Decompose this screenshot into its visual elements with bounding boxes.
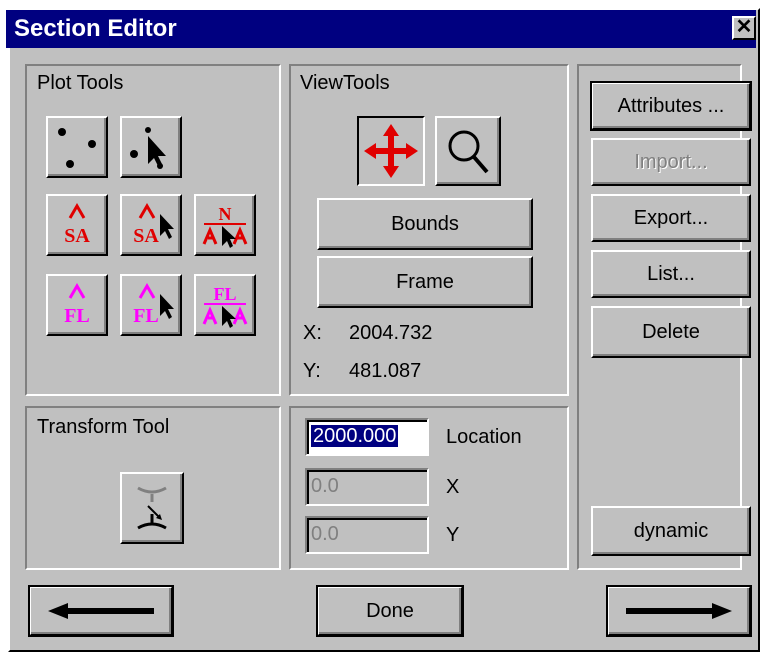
move-tool[interactable] [357, 116, 425, 186]
frame-button[interactable]: Frame [317, 256, 533, 308]
y-coord-value: 481.087 [349, 360, 422, 382]
plot-points-tool[interactable] [46, 116, 108, 178]
delete-label: Delete [642, 320, 700, 343]
title-bar[interactable]: Section Editor ✕ [6, 10, 756, 48]
transform-tool-button[interactable] [120, 472, 184, 544]
x-coord-label: X: [303, 322, 322, 344]
select-points-icon [130, 127, 166, 169]
fl-aa-select-tool[interactable]: FL [194, 274, 256, 336]
sa-select-tool[interactable]: SA [120, 194, 182, 256]
done-label: Done [366, 599, 414, 622]
close-icon: ✕ [735, 16, 753, 38]
svg-text:FL: FL [213, 284, 236, 304]
location-y-label: Y [446, 524, 460, 546]
location-x-label: X [446, 476, 460, 498]
previous-button[interactable] [28, 585, 174, 637]
svg-text:SA: SA [133, 225, 159, 247]
attributes-label: Attributes ... [617, 94, 725, 117]
right-arrow-icon [626, 603, 732, 619]
x-coord-value: 2004.732 [349, 322, 433, 344]
transform-icon [137, 486, 167, 530]
magnifier-icon [448, 130, 489, 174]
fl-select-icon: FL [133, 283, 174, 327]
frame-label: Frame [396, 270, 454, 293]
location-value: 2000.000 [311, 425, 399, 447]
select-points-tool[interactable] [120, 116, 182, 178]
dynamic-button[interactable]: dynamic [591, 506, 751, 556]
delete-button[interactable]: Delete [591, 306, 751, 358]
location-x-input[interactable]: 0.0 [305, 468, 429, 506]
next-button[interactable] [606, 585, 752, 637]
sa-select-icon: SA [133, 203, 174, 247]
location-label: Location [446, 426, 522, 448]
export-button[interactable]: Export... [591, 194, 751, 242]
list-label: List... [647, 262, 695, 285]
svg-text:SA: SA [64, 225, 90, 247]
svg-text:FL: FL [133, 305, 159, 327]
fl-icon: FL [64, 283, 90, 327]
import-button[interactable]: Import... [591, 138, 751, 186]
sa-icon: SA [64, 203, 90, 247]
sa-tool[interactable]: SA [46, 194, 108, 256]
close-button[interactable]: ✕ [732, 16, 756, 40]
y-coord-label: Y: [303, 360, 321, 382]
n-aa-select-tool[interactable]: N [194, 194, 256, 256]
plot-tools-label: Plot Tools [37, 72, 124, 94]
fl-select-tool[interactable]: FL [120, 274, 182, 336]
bounds-button[interactable]: Bounds [317, 198, 533, 250]
zoom-tool[interactable] [435, 116, 501, 186]
import-label: Import... [634, 150, 708, 173]
window-title: Section Editor [14, 15, 177, 42]
n-aa-select-icon: N [202, 204, 248, 248]
export-label: Export... [633, 206, 709, 229]
left-arrow-icon [48, 603, 154, 619]
plot-points-icon [58, 128, 96, 168]
list-button[interactable]: List... [591, 250, 751, 298]
move-arrows-icon [364, 124, 418, 178]
fl-aa-select-icon: FL [202, 284, 248, 328]
location-x-value: 0.0 [311, 475, 339, 497]
fl-tool[interactable]: FL [46, 274, 108, 336]
dynamic-label: dynamic [633, 519, 709, 542]
location-input[interactable]: 2000.000 [305, 418, 429, 456]
transform-tool-label: Transform Tool [37, 416, 170, 438]
location-y-value: 0.0 [311, 523, 339, 545]
location-y-input[interactable]: 0.0 [305, 516, 429, 554]
svg-text:N: N [219, 204, 232, 224]
bounds-label: Bounds [391, 212, 459, 235]
done-button[interactable]: Done [316, 585, 464, 637]
view-tools-label: ViewTools [300, 72, 390, 94]
svg-text:FL: FL [64, 305, 90, 327]
attributes-button[interactable]: Attributes ... [590, 81, 752, 131]
